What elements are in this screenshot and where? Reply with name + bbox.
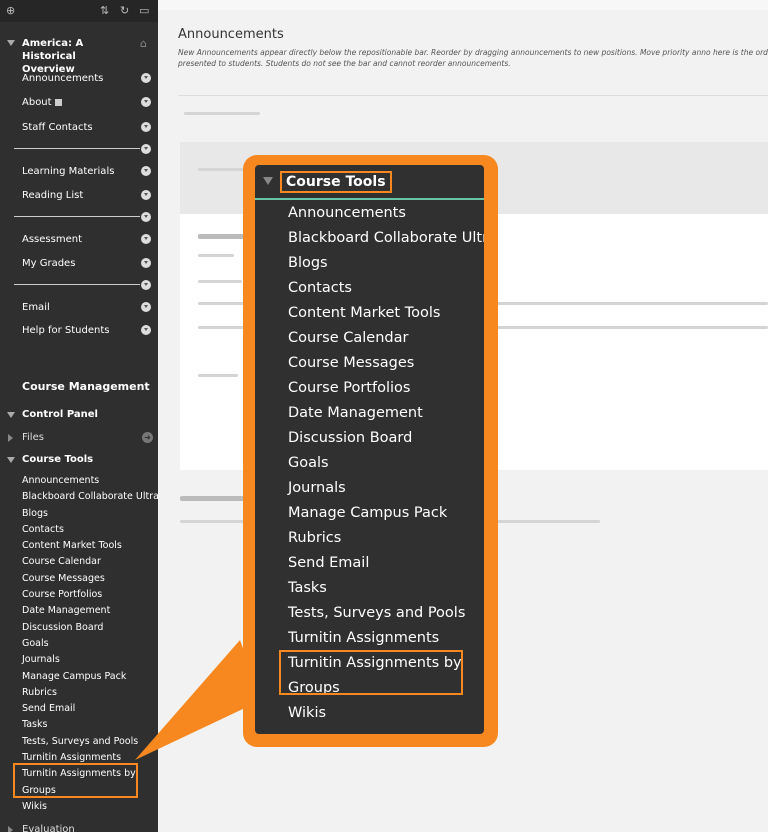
callout-item-contacts: Contacts xyxy=(288,280,352,296)
callout-item-course-calendar: Course Calendar xyxy=(288,330,409,346)
callout-tools-list: Announcements Blackboard Collaborate Ult… xyxy=(288,201,484,726)
callout-item-content-market-tools: Content Market Tools xyxy=(288,305,441,321)
callout-item-manage-campus-pack: Manage Campus Pack xyxy=(288,505,448,521)
callout-item-goals: Goals xyxy=(288,455,329,471)
callout-item-course-messages: Course Messages xyxy=(288,355,415,371)
callout-item-discussion-board: Discussion Board xyxy=(288,430,413,446)
callout-item-rubrics: Rubrics xyxy=(288,530,342,546)
callout-item-course-portfolios: Course Portfolios xyxy=(288,380,411,396)
callout-item-blogs: Blogs xyxy=(288,255,328,271)
callout-highlight-box xyxy=(279,650,463,695)
callout-item-date-management: Date Management xyxy=(288,405,423,421)
callout-heading: Course Tools xyxy=(280,171,392,193)
callout-item-journals: Journals xyxy=(288,480,346,496)
callout-rule xyxy=(255,198,484,200)
callout-item-turnitin-assignments: Turnitin Assignments xyxy=(288,630,440,646)
callout-item-collaborate-ultra: Blackboard Collaborate Ultra xyxy=(288,230,484,246)
callout-item-tasks: Tasks xyxy=(288,580,327,596)
callout-item-send-email: Send Email xyxy=(288,555,370,571)
callout-item-announcements: Announcements xyxy=(288,205,406,221)
callout-item-wikis: Wikis xyxy=(288,705,327,721)
course-tools-callout: Course Tools Announcements Blackboard Co… xyxy=(255,165,484,734)
collapse-triangle-icon xyxy=(263,177,273,185)
callout-item-tests-surveys-pools: Tests, Surveys and Pools xyxy=(288,605,466,621)
